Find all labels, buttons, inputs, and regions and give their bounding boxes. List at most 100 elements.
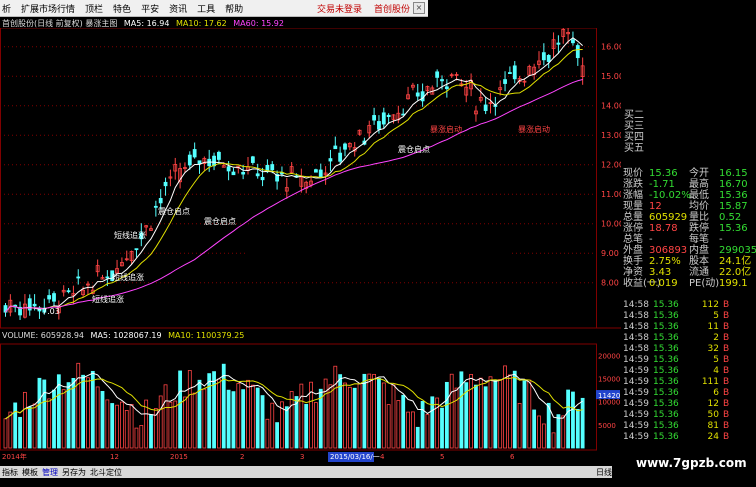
candle-body <box>226 166 231 172</box>
quote-value: - <box>649 234 653 245</box>
volume-bar <box>551 432 556 449</box>
volume-bar <box>86 377 90 449</box>
quote-value: - <box>719 234 723 245</box>
date-axis-label: 3 <box>300 453 304 461</box>
quote-key: 均价 <box>689 201 709 212</box>
manage-tab[interactable]: 管理 <box>42 467 58 478</box>
volume-bar <box>32 403 37 449</box>
locate-button[interactable]: 北斗定位 <box>90 467 122 478</box>
tick-side: B <box>723 377 730 387</box>
volume-bar <box>323 378 328 449</box>
candle-body <box>420 91 425 102</box>
quote-value: 0.019 <box>649 278 678 289</box>
candle-body <box>512 65 517 80</box>
volume-bar <box>571 391 575 449</box>
volume-bar <box>498 379 503 449</box>
tick-volume: 32 <box>707 344 719 354</box>
tick-time: 14:58 <box>623 311 649 321</box>
volume-bar <box>474 384 478 449</box>
volume-bar <box>241 389 246 449</box>
volume-bar <box>47 398 52 449</box>
quote-key: 最低 <box>689 190 709 201</box>
trade-login-status[interactable]: 交易未登录 <box>317 2 362 15</box>
menu-item-news[interactable]: 资讯 <box>169 2 187 15</box>
candle-body <box>575 45 580 59</box>
tick-row: 14:58 15.36 2 B <box>623 333 754 344</box>
volume-bar <box>381 382 386 449</box>
quote-key: 外盘 <box>623 245 643 256</box>
volume-bar <box>134 427 139 449</box>
volume-bar <box>284 406 289 449</box>
order-book-buy2: 买二 <box>624 110 644 121</box>
quote-value: 24.1亿 <box>719 256 752 267</box>
quote-key: 涨停 <box>623 223 643 234</box>
tick-side: B <box>723 322 730 332</box>
menu-item-features[interactable]: 特色 <box>113 2 131 15</box>
menu-item-top-bar[interactable]: 顶栏 <box>85 2 103 15</box>
volume-bar <box>178 370 183 449</box>
volume-bar <box>328 384 333 449</box>
volume-bar <box>105 399 110 449</box>
quote-key: 净资 <box>623 267 643 278</box>
candle-body <box>270 164 275 171</box>
volume-bar <box>386 404 391 449</box>
tick-volume: 5 <box>713 311 719 321</box>
order-book-buy4: 买四 <box>624 132 644 143</box>
candle-body <box>105 276 110 279</box>
annotation-label: 震仓启点 <box>158 206 190 216</box>
candle-body <box>260 176 265 181</box>
menu-item-extended-market[interactable]: 扩展市场行情 <box>21 2 75 15</box>
volume-bar <box>255 387 260 449</box>
quote-key: 股本 <box>689 256 709 267</box>
volume-bar <box>449 373 454 449</box>
tick-row: 14:58 15.36 11 B <box>623 322 754 333</box>
kline-chart[interactable]: 16.00 15.00 14.00 13.00 12.00 11.00 10.00 9.00 8… <box>0 28 621 466</box>
price-tick-label: 8.00 <box>601 279 619 288</box>
ma-lines <box>5 37 583 313</box>
template-tab[interactable]: 模板 <box>22 467 38 478</box>
annotation-label: 暴涨启动 <box>518 124 550 134</box>
volume-bar <box>8 411 13 449</box>
candle-body <box>386 114 391 118</box>
candle-body <box>153 205 158 208</box>
annotation-label: 短线追涨 <box>114 230 146 240</box>
volume-bar <box>333 365 338 449</box>
menu-item-analysis[interactable]: 析 <box>2 2 11 15</box>
save-as-button[interactable]: 另存为 <box>62 467 86 478</box>
tick-time: 14:59 <box>623 366 649 376</box>
bottom-toolbar: 指标 模板 管理 另存为 北斗定位 日线 <box>0 466 612 478</box>
volume-bar <box>541 423 546 449</box>
candle-body <box>381 112 386 125</box>
order-book-buy5: 买五 <box>624 143 644 154</box>
ma60-line <box>5 79 583 313</box>
tick-price: 15.36 <box>653 388 679 398</box>
menu-item-help[interactable]: 帮助 <box>225 2 243 15</box>
volume-bar <box>410 411 415 449</box>
volume-bar <box>527 379 532 449</box>
volume-bar <box>42 379 47 449</box>
candle-body <box>377 121 381 130</box>
close-icon[interactable]: × <box>413 2 425 14</box>
candle-body <box>556 42 561 45</box>
ma5-line <box>5 37 583 313</box>
date-axis-label: 12 <box>110 453 119 461</box>
indicator-button[interactable]: 指标 <box>2 467 18 478</box>
ma10-line <box>5 48 583 313</box>
tick-volume: 112 <box>701 300 719 310</box>
volume-bar <box>507 374 512 449</box>
volume-bar <box>478 377 483 449</box>
tick-price: 15.36 <box>653 377 679 387</box>
tick-side: B <box>723 399 730 409</box>
date-axis-label: 2015 <box>170 453 188 461</box>
volume-tick-label: 15000 <box>598 375 620 383</box>
day-period-tab[interactable]: 日线 <box>596 467 612 478</box>
order-book-row: 买二 <box>623 110 754 121</box>
candle-body <box>52 293 56 302</box>
volume-ma5-label: MA5: 1028067.19 <box>90 331 162 340</box>
tick-row: 14:59 15.36 12 B <box>623 399 754 410</box>
menu-item-tools[interactable]: 工具 <box>197 2 215 15</box>
candle-body <box>255 173 260 177</box>
candle-body <box>541 52 546 61</box>
menu-item-pingan[interactable]: 平安 <box>141 2 159 15</box>
candle-body <box>250 156 255 163</box>
